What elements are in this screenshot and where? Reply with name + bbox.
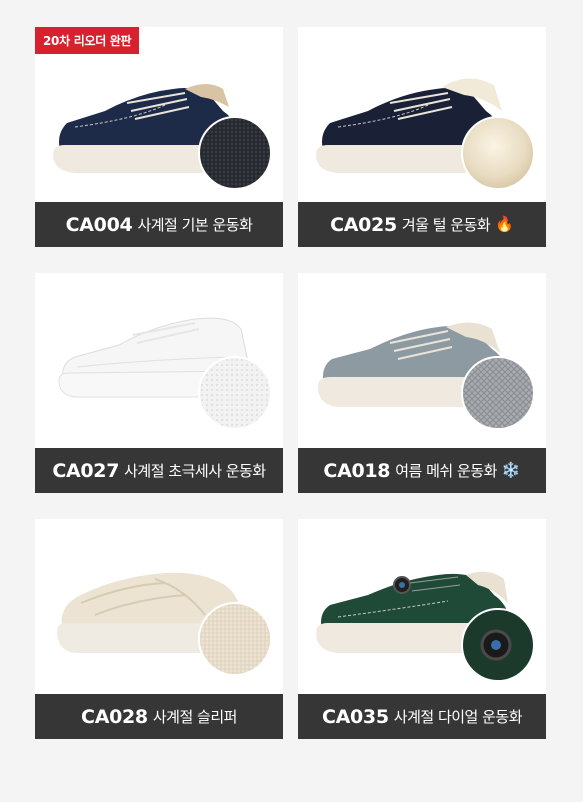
product-name: 겨울 털 운동화: [401, 216, 491, 234]
product-card-ca028[interactable]: CA028 사계절 슬리퍼: [35, 519, 283, 739]
product-label[interactable]: CA025 겨울 털 운동화 🔥: [298, 202, 546, 247]
product-code: CA025: [330, 213, 397, 236]
product-card-ca027[interactable]: CA027 사계절 초극세사 운동화: [35, 273, 283, 493]
product-card-ca004[interactable]: 20차 리오더 완판 CA004 사계절 기본 운동화: [35, 27, 283, 247]
product-label[interactable]: CA035 사계절 다이얼 운동화: [298, 694, 546, 739]
product-name: 사계절 다이얼 운동화: [393, 708, 523, 726]
product-image[interactable]: [35, 519, 283, 693]
product-image[interactable]: [35, 273, 283, 447]
product-name: 사계절 초극세사 운동화: [124, 462, 266, 480]
product-code: CA004: [65, 213, 133, 236]
product-label[interactable]: CA004 사계절 기본 운동화: [35, 202, 283, 247]
product-code: CA035: [321, 705, 389, 728]
fire-icon: 🔥: [495, 215, 514, 233]
product-image[interactable]: [298, 519, 546, 693]
product-code: CA018: [323, 459, 391, 482]
product-name: 여름 메쉬 운동화: [395, 462, 497, 480]
product-image[interactable]: [298, 27, 546, 201]
product-card-ca018[interactable]: CA018 여름 메쉬 운동화 ❄️: [298, 273, 546, 493]
product-code: CA028: [81, 705, 148, 728]
product-label[interactable]: CA018 여름 메쉬 운동화 ❄️: [298, 448, 546, 493]
snowflake-icon: ❄️: [501, 461, 521, 479]
product-grid: 20차 리오더 완판 CA004 사계절 기본 운동화 CA025 겨울 털 운…: [0, 0, 583, 802]
product-name: 사계절 슬리퍼: [152, 708, 238, 726]
product-name: 사계절 기본 운동화: [137, 216, 253, 234]
product-card-ca035[interactable]: CA035 사계절 다이얼 운동화: [298, 519, 546, 739]
product-image[interactable]: [298, 273, 546, 447]
product-card-ca025[interactable]: CA025 겨울 털 운동화 🔥: [298, 27, 546, 247]
product-image[interactable]: 20차 리오더 완판: [35, 27, 283, 201]
product-code: CA027: [52, 459, 120, 482]
product-label[interactable]: CA028 사계절 슬리퍼: [35, 694, 283, 739]
sold-out-badge: 20차 리오더 완판: [35, 27, 140, 54]
product-label[interactable]: CA027 사계절 초극세사 운동화: [35, 448, 283, 493]
